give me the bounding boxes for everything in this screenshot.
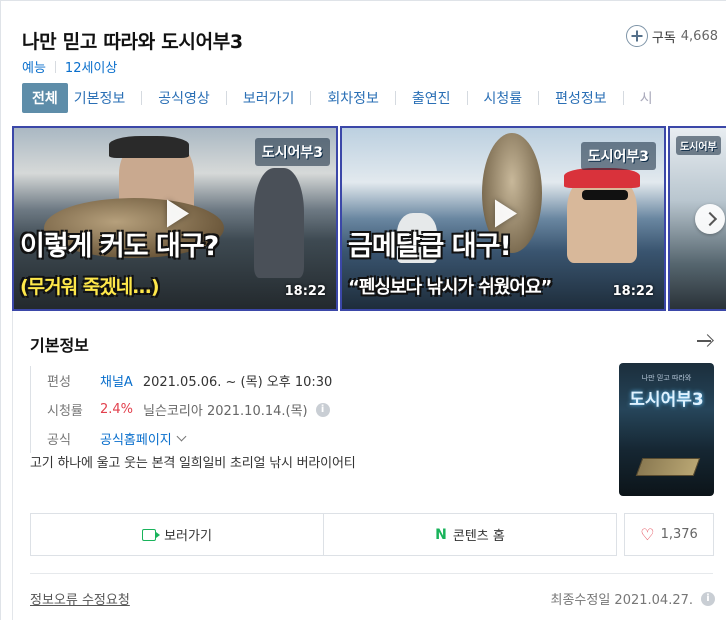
plus-icon [625,25,648,47]
video-card[interactable]: 도시어부3 금메달급 대구! “펜싱보다 낚시가 쉬웠어요” 18:22 [340,126,666,311]
rating-source: 닐슨코리아 2021.10.14.(목) [143,404,308,419]
info-label: 편성 [47,375,71,390]
channel-link[interactable]: 채널A [100,371,133,390]
video-duration: 18:22 [612,284,654,299]
chevron-down-icon[interactable] [176,431,187,442]
genre-link[interactable]: 예능 [22,57,46,76]
program-description: 고기 하나에 울고 웃는 본격 일희일비 초리얼 낚시 버라이어티 [30,456,356,471]
basic-info-card: 기본정보 편성 채널A 2021.05.06. ~ (목) 오후 10:30 시… [12,311,726,620]
video-caption-main: 금메달급 대구! [348,231,512,262]
age-rating: 12세이상 [64,61,118,76]
video-play-icon [142,528,161,541]
subscribe-button[interactable]: 구독 4,668 [625,25,718,47]
info-icon[interactable]: i [315,402,330,417]
poster-boat [635,458,701,476]
tab-divider [466,91,468,105]
thumbnail-person [254,168,304,278]
section-title[interactable]: 기본정보 [30,332,89,356]
divider [30,573,713,574]
tab-all[interactable]: 전체 [22,83,68,113]
watch-button[interactable]: 보러가기 [31,514,323,555]
content-panel: 나만 믿고 따라와 도시어부3 예능 12세이상 구독 4,668 전체 기본정… [0,0,726,620]
program-tabs: 전체 기본정보 공식영상 보러가기 회차정보 출연진 시청률 편성정보 시 [22,83,726,113]
official-homepage-link[interactable]: 공식홈페이지 [100,429,172,448]
arrow-right-icon[interactable] [697,333,713,349]
show-logo: 도시어부3 [254,138,330,166]
video-caption-sub: (무거워 죽겠네...) [20,276,160,298]
tab-cast[interactable]: 출연진 [412,83,451,113]
tab-ratings[interactable]: 시청률 [484,83,523,113]
watch-label: 보러가기 [164,529,212,544]
info-icon[interactable]: i [701,591,715,606]
info-label: 시청률 [47,404,83,419]
content-home-label: 콘텐츠 홈 [452,529,505,544]
program-title[interactable]: 나만 믿고 따라와 도시어부3 [22,27,243,54]
video-caption-sub: “펜싱보다 낚시가 쉬웠어요” [348,277,552,298]
action-buttons: 보러가기 N 콘텐츠 홈 [30,513,617,556]
info-row-schedule: 편성 채널A 2021.05.06. ~ (목) 오후 10:30 [47,366,338,395]
last-updated-text: 최종수정일 2021.04.27. [550,593,694,608]
poster-subtitle: 나만 믿고 따라와 [641,374,692,382]
tab-schedule[interactable]: 편성정보 [555,83,607,113]
tab-divider [225,91,227,105]
thumbnail-cap [109,136,189,158]
program-poster[interactable]: 나만 믿고 따라와 도시어부3 [619,363,714,496]
tab-basic-info[interactable]: 기본정보 [74,83,126,113]
like-count: 1,376 [660,527,698,542]
video-caption-main: 이렇게 커도 대구? [20,231,219,262]
video-duration: 18:22 [284,284,326,299]
tab-divider [310,91,312,105]
content-home-button[interactable]: N 콘텐츠 홈 [323,514,616,555]
subscribe-label: 구독 [651,30,676,46]
video-carousel: 도시어부3 이렇게 커도 대구? (무거워 죽겠네...) 18:22 도시어부… [12,126,726,311]
thumbnail-cap [564,168,640,188]
info-list: 편성 채널A 2021.05.06. ~ (목) 오후 10:30 시청률 2.… [30,366,338,453]
program-meta: 예능 12세이상 [22,57,117,76]
heart-icon: ♡ [640,525,655,544]
info-row-official: 공식 공식홈페이지 [47,424,338,453]
show-logo: 도시어부 [676,136,721,155]
schedule-text: 2021.05.06. ~ (목) 오후 10:30 [142,375,333,390]
thumbnail-sunglasses [582,190,628,200]
last-updated: 최종수정일 2021.04.27. i [550,589,715,608]
tab-watch[interactable]: 보러가기 [243,83,295,113]
carousel-next-button[interactable] [695,204,725,234]
tab-official-video[interactable]: 공식영상 [158,83,210,113]
naver-n-icon: N [435,526,447,543]
tab-divider [141,91,143,105]
tab-more[interactable]: 시 [640,83,653,113]
rating-value: 2.4% [100,402,134,417]
like-button[interactable]: ♡ 1,376 [624,513,714,556]
report-error-link[interactable]: 정보오류 수정요청 [30,589,130,608]
tab-divider [622,91,624,105]
meta-divider [54,60,56,73]
tab-divider [394,91,396,105]
tab-divider [538,91,540,105]
info-row-ratings: 시청률 2.4% 닐슨코리아 2021.10.14.(목) i [47,395,338,424]
subscribe-count: 4,668 [680,28,718,44]
poster-title: 도시어부3 [629,390,704,410]
tab-episodes[interactable]: 회차정보 [327,83,379,113]
video-card[interactable]: 도시어부3 이렇게 커도 대구? (무거워 죽겠네...) 18:22 [12,126,338,311]
info-label: 공식 [47,433,71,448]
show-logo: 도시어부3 [580,142,656,170]
